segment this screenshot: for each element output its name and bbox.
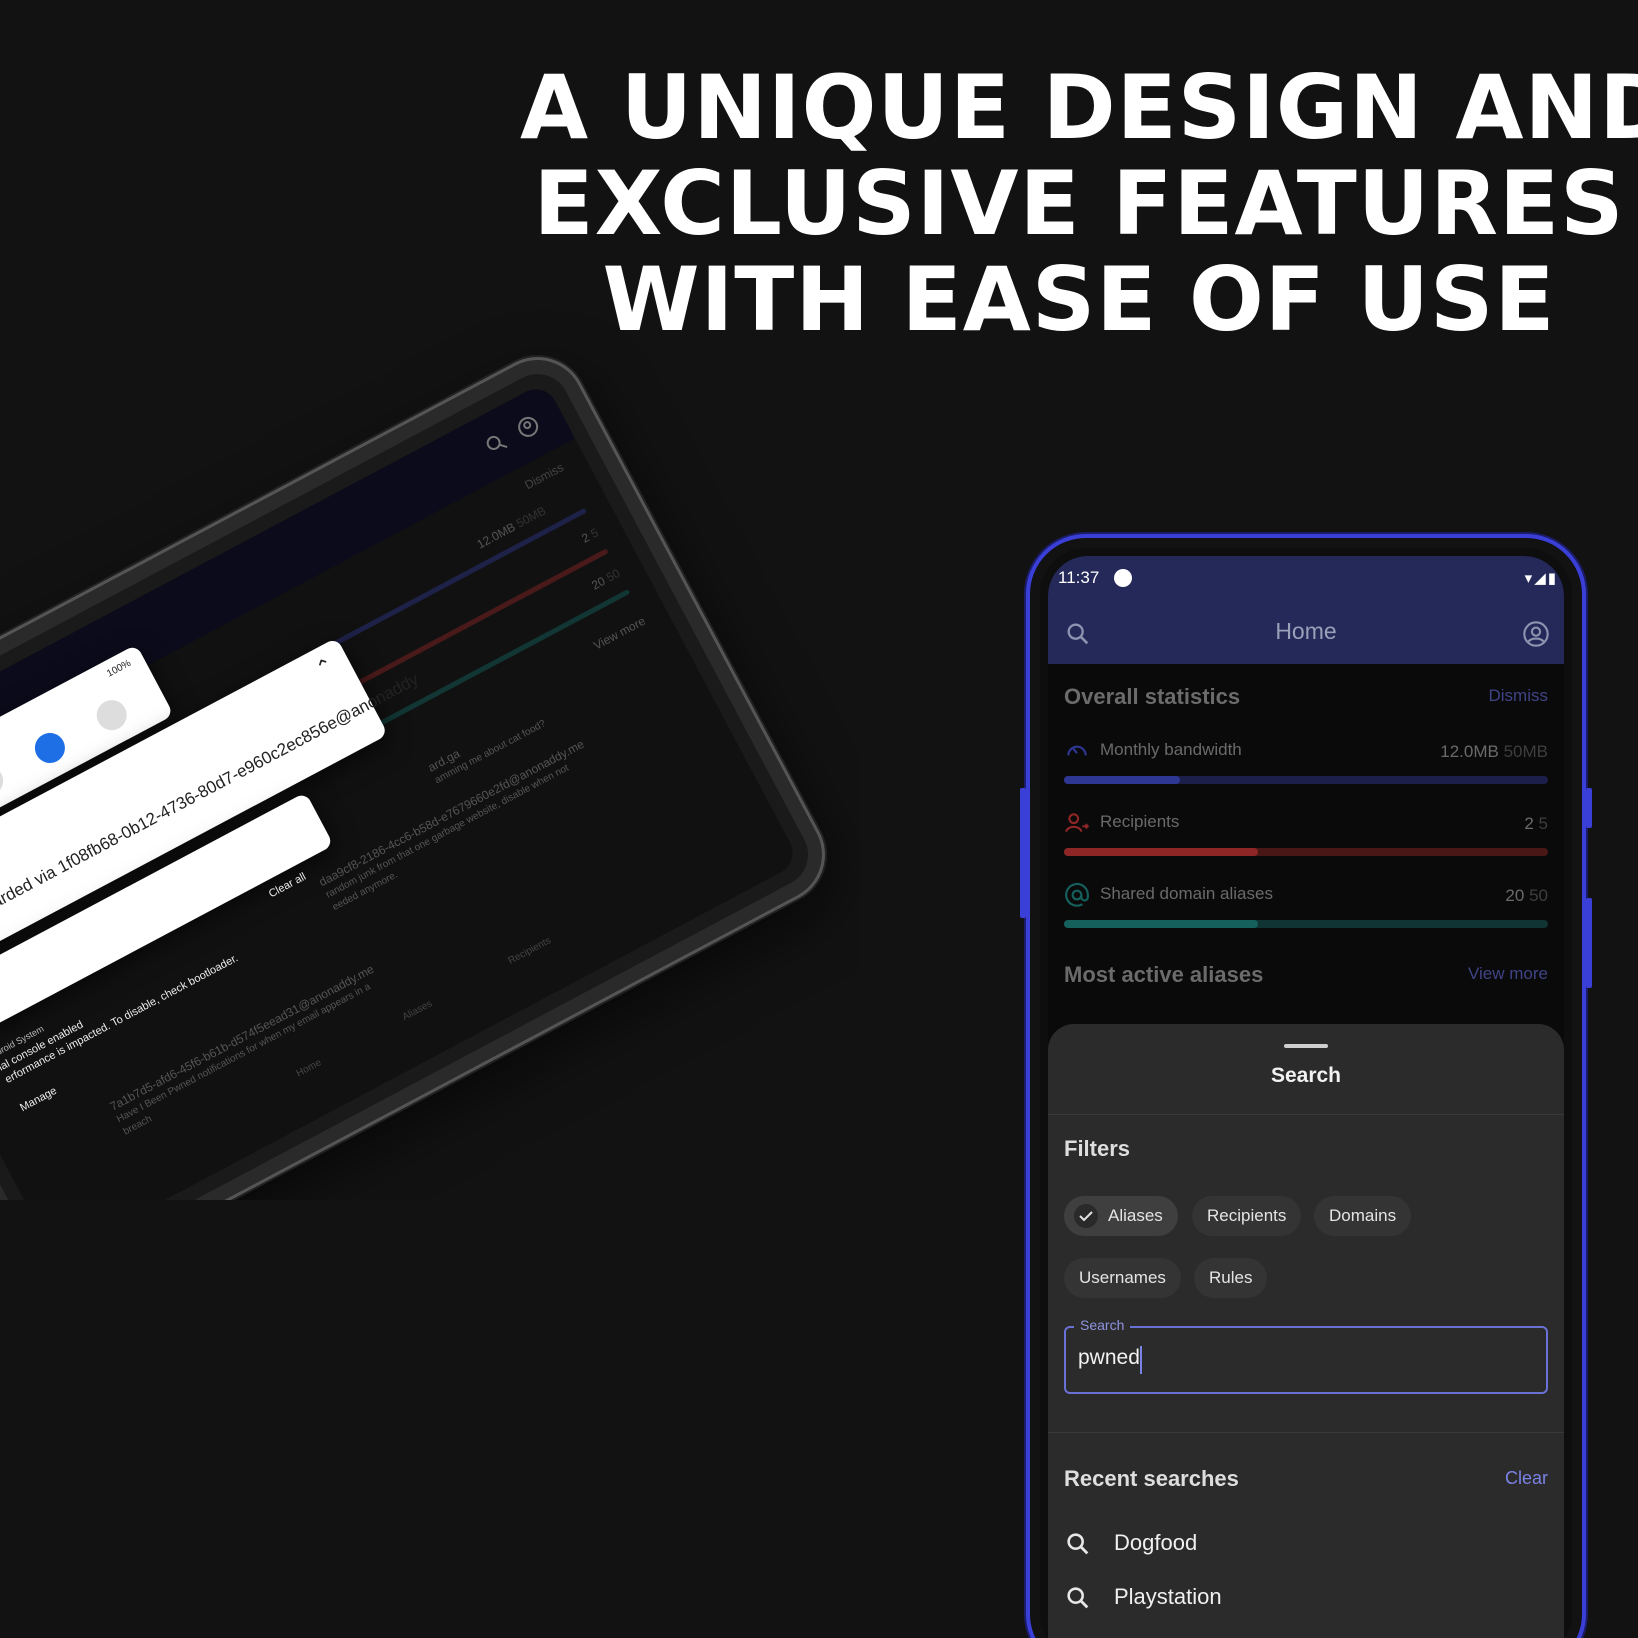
chip-label: Rules	[1209, 1268, 1253, 1287]
search-icon	[1067, 1587, 1089, 1609]
tablet-nav-aliases[interactable]: Aliases	[401, 998, 435, 1023]
stat-label: Recipients	[1100, 812, 1180, 831]
search-input[interactable]	[1078, 1346, 1518, 1370]
sheet-title: Search	[1270, 1064, 1342, 1087]
phone-side-button-right	[1586, 898, 1592, 988]
stat-progress-track	[1064, 920, 1548, 928]
recent-search-label: Playstation	[1114, 1584, 1222, 1609]
status-time: 11:37	[1058, 568, 1100, 587]
stat-progress-fill	[1064, 776, 1181, 784]
dismiss-button[interactable]: Dismiss	[1489, 686, 1549, 706]
tablet-nav-recipients[interactable]: Recipients	[507, 935, 553, 967]
filter-chip-recipients[interactable]: Recipients	[1192, 1196, 1302, 1236]
stat-shared-domain-aliases: Shared domain aliases 20 50	[1064, 882, 1548, 934]
recent-searches-title: Recent searches	[1064, 1466, 1239, 1491]
stat-value: 2 5	[1524, 814, 1548, 833]
check-icon	[1074, 1204, 1098, 1228]
home-content-dimmed: Overall statistics Dismiss Monthly bandw…	[1048, 664, 1564, 1064]
phone-mockup: 11:37 ▾◢▮ Home Overall statistics Dismis…	[1020, 534, 1592, 1638]
speedometer-icon	[1067, 745, 1087, 756]
status-bar: 11:37 ▾◢▮	[1048, 556, 1564, 602]
app-notification-icon	[1114, 569, 1132, 587]
tablet-frame: Dismiss 12.0MB 50MB 2 5 20 50 View more …	[0, 343, 839, 1200]
search-field-label: Search	[1074, 1317, 1131, 1333]
tablet-alias-item-3[interactable]: 7a1b7d5-afd6-45f6-b61b-d574f5eead31@anon…	[108, 962, 377, 1114]
search-icon	[1067, 1533, 1089, 1555]
tablet-screen: Dismiss 12.0MB 50MB 2 5 20 50 View more …	[0, 381, 801, 1200]
stat-progress-track	[1064, 776, 1548, 784]
chip-label: Recipients	[1207, 1206, 1287, 1225]
tablet-dismiss[interactable]: Dismiss	[522, 460, 566, 492]
filter-chip-domains[interactable]: Domains	[1314, 1196, 1412, 1236]
recent-search-item[interactable]: Playstation	[1064, 1578, 1548, 1618]
clear-recent-button[interactable]: Clear	[1505, 1468, 1548, 1489]
chip-label: Domains	[1329, 1206, 1397, 1225]
page-title: Home	[1275, 618, 1337, 644]
overall-statistics-title: Overall statistics	[1064, 684, 1241, 709]
stat-label: Shared domain aliases	[1100, 884, 1273, 903]
divider	[1048, 1114, 1564, 1115]
tablet-aliases-value: 20 50	[589, 566, 623, 593]
account-icon[interactable]	[1522, 620, 1550, 648]
recent-search-item[interactable]: Dogfood	[1064, 1524, 1548, 1564]
text-cursor	[1140, 1346, 1142, 1374]
auto-rotate-toggle[interactable]	[29, 727, 71, 769]
tablet-nav-home[interactable]: Home	[295, 1057, 324, 1079]
search-bottom-sheet: Search Filters Aliases Recipients Domain…	[1048, 1024, 1564, 1638]
battery-saver-toggle[interactable]	[91, 694, 133, 736]
filters-title: Filters	[1064, 1136, 1131, 1161]
stat-progress-track	[1064, 848, 1548, 856]
phone-side-button-left	[1020, 788, 1026, 918]
stat-label: Monthly bandwidth	[1100, 740, 1242, 759]
phone-screen: 11:37 ▾◢▮ Home Overall statistics Dismis…	[1048, 556, 1564, 1638]
tablet-bandwidth-value: 12.0MB 50MB	[474, 503, 549, 552]
tablet-view-more[interactable]: View more	[591, 614, 647, 653]
flashlight-toggle[interactable]	[0, 760, 9, 802]
search-field[interactable]: Search	[1064, 1317, 1548, 1394]
divider	[1048, 1432, 1564, 1433]
stat-progress-fill	[1064, 920, 1258, 928]
recent-search-label: Dogfood	[1114, 1530, 1198, 1555]
at-sign-icon	[1065, 882, 1089, 907]
filter-chip-aliases[interactable]: Aliases	[1064, 1196, 1178, 1236]
tablet-alias-item-2-desc: random junk from that one garbage websit…	[324, 762, 571, 901]
chip-label: Aliases	[1108, 1206, 1163, 1225]
person-forward-icon	[1065, 813, 1090, 833]
top-app-bar: Home	[1048, 602, 1564, 664]
filter-chip-rules[interactable]: Rules	[1194, 1258, 1268, 1298]
stat-progress-fill	[1064, 848, 1258, 856]
tablet-recipients-value: 2 5	[579, 525, 601, 546]
status-icons: ▾◢▮	[1524, 570, 1558, 587]
manage-button[interactable]: Manage	[18, 1085, 59, 1114]
filter-chip-usernames[interactable]: Usernames	[1064, 1258, 1181, 1298]
stat-monthly-bandwidth: Monthly bandwidth 12.0MB 50MB	[1064, 740, 1548, 790]
chevron-up-icon[interactable]: ⌃	[311, 652, 338, 682]
phone-side-button-right-top	[1586, 788, 1592, 828]
chip-label: Usernames	[1079, 1268, 1166, 1287]
battery-percentage: 100%	[105, 657, 133, 680]
stat-value: 12.0MB 50MB	[1440, 742, 1548, 761]
most-active-aliases-title: Most active aliases	[1064, 962, 1264, 987]
stat-recipients: Recipients 2 5	[1064, 812, 1548, 862]
stat-value: 20 50	[1505, 886, 1548, 905]
tablet-mockup: Dismiss 12.0MB 50MB 2 5 20 50 View more …	[0, 0, 860, 1200]
view-more-button[interactable]: View more	[1468, 964, 1548, 984]
sheet-drag-handle[interactable]	[1284, 1044, 1328, 1048]
